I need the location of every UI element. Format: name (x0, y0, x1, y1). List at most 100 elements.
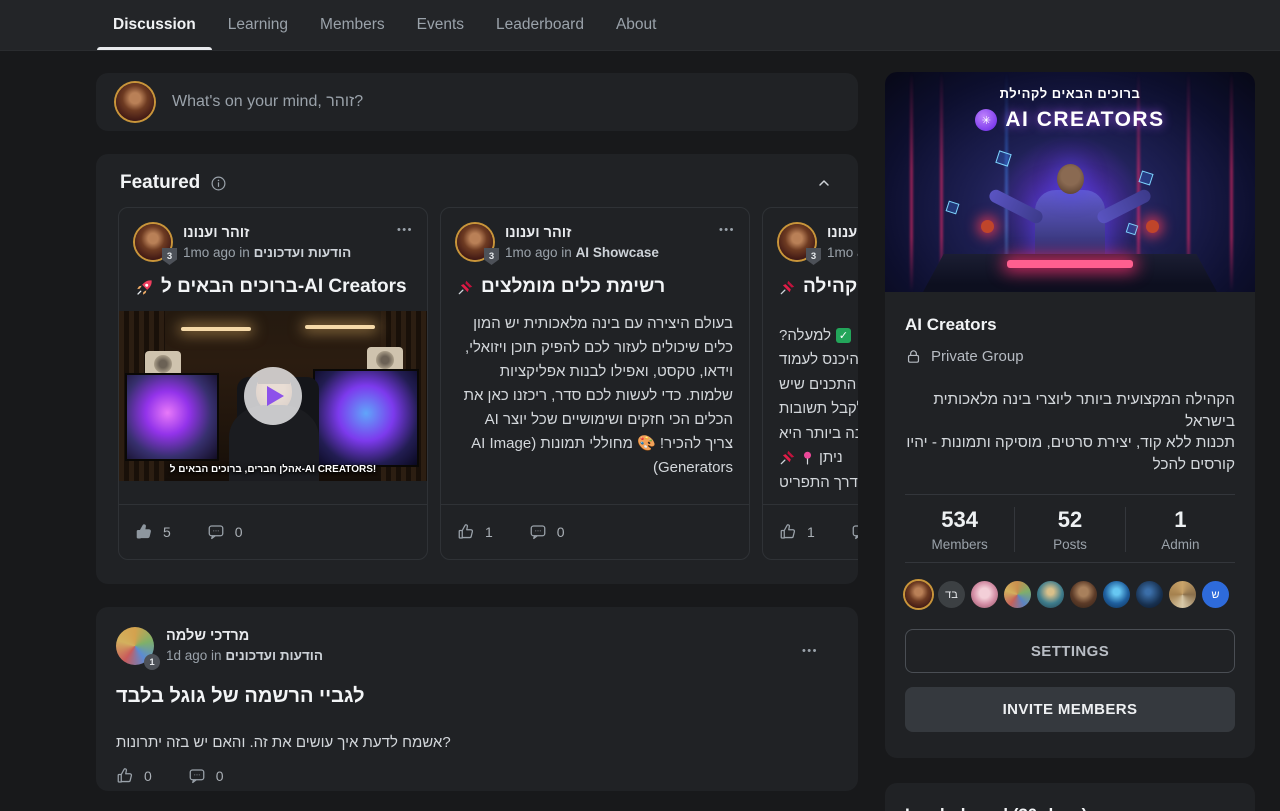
check-icon: ✓ (836, 328, 851, 343)
author-avatar[interactable]: 3 (779, 224, 815, 260)
info-icon[interactable] (210, 175, 227, 192)
comment-button[interactable]: 0 (851, 523, 858, 541)
top-navigation: DiscussionLearningMembersEventsLeaderboa… (0, 0, 1280, 51)
post-body-line: בה ביותר היא (779, 421, 858, 446)
member-avatar[interactable] (1103, 581, 1130, 608)
studio-light (181, 327, 251, 331)
featured-section: Featured 3 זוהר וענונו 1mo ago in הודעות… (96, 154, 858, 584)
current-user-avatar[interactable] (116, 83, 154, 121)
thumbs-up-icon (135, 523, 153, 541)
group-stats: 534Members52 Posts1Admin (905, 495, 1235, 562)
featured-post-card[interactable]: 3 זוהר וענונו 1mo ago in קהילה ✓למעלה?הי… (762, 207, 858, 560)
member-avatar[interactable]: בד (938, 581, 965, 608)
author-name[interactable]: מרדכי שלמה (166, 628, 323, 644)
stat-members: 534Members (905, 507, 1014, 552)
tab-discussion[interactable]: Discussion (97, 0, 212, 50)
chevron-up-icon (816, 175, 832, 191)
stat-label: Members (905, 537, 1014, 552)
featured-post-card[interactable]: 3 זוהר וענונו 1mo ago in AI Showcase •••… (440, 207, 750, 560)
member-avatar[interactable] (971, 581, 998, 608)
level-badge: 3 (162, 248, 177, 265)
post-body-line: ניתן (779, 446, 858, 471)
member-avatar[interactable] (1004, 581, 1031, 608)
post-menu-button[interactable]: ••• (397, 224, 413, 236)
group-banner: ברוכים הבאים לקהילת ✳ AI CREATORS (885, 72, 1255, 292)
thumbs-up-icon (779, 523, 797, 541)
tab-events[interactable]: Events (401, 0, 480, 50)
banner-light-streak (910, 72, 913, 292)
featured-post-card[interactable]: 3 זוהר וענונו 1mo ago in הודעות ועדכונים… (118, 207, 428, 560)
collapse-featured-button[interactable] (814, 173, 834, 193)
level-badge: 3 (484, 248, 499, 265)
comment-button[interactable]: 0 (188, 767, 224, 785)
floating-cube (1138, 170, 1153, 185)
comment-icon (529, 523, 547, 541)
member-avatar[interactable] (905, 581, 932, 608)
author-avatar[interactable]: 3 (135, 224, 171, 260)
like-button[interactable]: 1 (457, 523, 493, 541)
comment-icon (188, 767, 206, 785)
group-info-card: ברוכים הבאים לקהילת ✳ AI CREATORS AI Cre… (885, 72, 1255, 758)
stat-admin: 1Admin (1125, 507, 1235, 552)
space-name[interactable]: AI Showcase (576, 245, 659, 260)
post-menu-button[interactable]: ••• (719, 224, 735, 236)
post-title[interactable]: ברוכים הבאים ל-AI Creators (135, 276, 411, 298)
thumbs-up-icon (457, 523, 475, 541)
post-title[interactable]: רשימת כלים מומלצים (457, 276, 733, 298)
comment-button[interactable]: 0 (529, 523, 565, 541)
featured-cards-row: 3 זוהר וענונו 1mo ago in הודעות ועדכונים… (118, 207, 858, 560)
member-avatar[interactable] (1070, 581, 1097, 608)
tab-about[interactable]: About (600, 0, 673, 50)
studio-light (305, 325, 375, 329)
leaderboard-card: Leaderboard (30-days) (885, 783, 1255, 811)
stat-label: Posts (1015, 537, 1124, 552)
author-name[interactable]: זוהר וענונו (183, 225, 351, 241)
member-avatar[interactable] (1169, 581, 1196, 608)
author-name[interactable]: זוהר וענונו (505, 225, 659, 241)
member-avatar[interactable] (1037, 581, 1064, 608)
post-title[interactable]: קהילה (779, 276, 858, 298)
stat-posts: 52 Posts (1014, 507, 1124, 552)
space-name[interactable]: הודעות ועדכונים (225, 648, 323, 663)
featured-title: Featured (120, 172, 200, 194)
like-button[interactable]: 1 (779, 523, 815, 541)
like-button[interactable]: 5 (135, 523, 171, 541)
monitor-left (125, 373, 219, 461)
author-avatar[interactable]: 3 (457, 224, 493, 260)
like-button[interactable]: 0 (116, 767, 152, 785)
comment-button[interactable]: 0 (207, 523, 243, 541)
post-card[interactable]: 1 מרדכי שלמה 1d ago in הודעות ועדכונים •… (96, 607, 858, 791)
tab-learning[interactable]: Learning (212, 0, 304, 50)
group-name: AI Creators (905, 315, 1235, 335)
comment-icon (851, 523, 858, 541)
tab-leaderboard[interactable]: Leaderboard (480, 0, 600, 50)
member-avatar[interactable] (1136, 581, 1163, 608)
space-name[interactable]: הודעות ועדכונים (254, 245, 352, 260)
pushpin-icon (779, 449, 796, 466)
level-badge: 1 (144, 654, 160, 670)
post-title[interactable]: לגביי הרשמה של גוגל בלבד (116, 685, 838, 708)
post-composer[interactable]: What's on your mind, זוהר? (96, 73, 858, 131)
comment-icon (207, 523, 225, 541)
post-meta: 1mo ago in AI Showcase (505, 245, 659, 260)
pushpin-icon (457, 279, 474, 296)
composer-placeholder: What's on your mind, זוהר? (172, 93, 363, 111)
settings-button[interactable]: SETTINGS (905, 629, 1235, 673)
member-avatar-row: בד ש (905, 581, 1235, 608)
member-avatar[interactable]: ש (1202, 581, 1229, 608)
play-button-icon[interactable] (244, 367, 302, 425)
video-thumbnail[interactable]: אהלן חברים, ברוכים הבאים ל-AI CREATORS! (119, 311, 427, 481)
post-body-line: התכנים שיש (779, 372, 858, 397)
tab-members[interactable]: Members (304, 0, 401, 50)
author-name[interactable]: זוהר וענונו (827, 225, 858, 241)
banner-figure-hand (1146, 220, 1159, 233)
invite-members-button[interactable]: INVITE MEMBERS (905, 687, 1235, 732)
post-menu-button[interactable]: ••• (802, 645, 818, 657)
post-meta: 1mo ago in (827, 245, 858, 260)
author-avatar[interactable]: 1 (116, 627, 154, 665)
stat-value: 52 (1015, 507, 1124, 533)
post-body: ✓למעלה?היכנס לעמודהתכנים שישלקבל תשובותב… (779, 323, 858, 495)
rocket-icon (135, 278, 154, 297)
divider (905, 562, 1235, 563)
floating-cube (995, 150, 1011, 166)
